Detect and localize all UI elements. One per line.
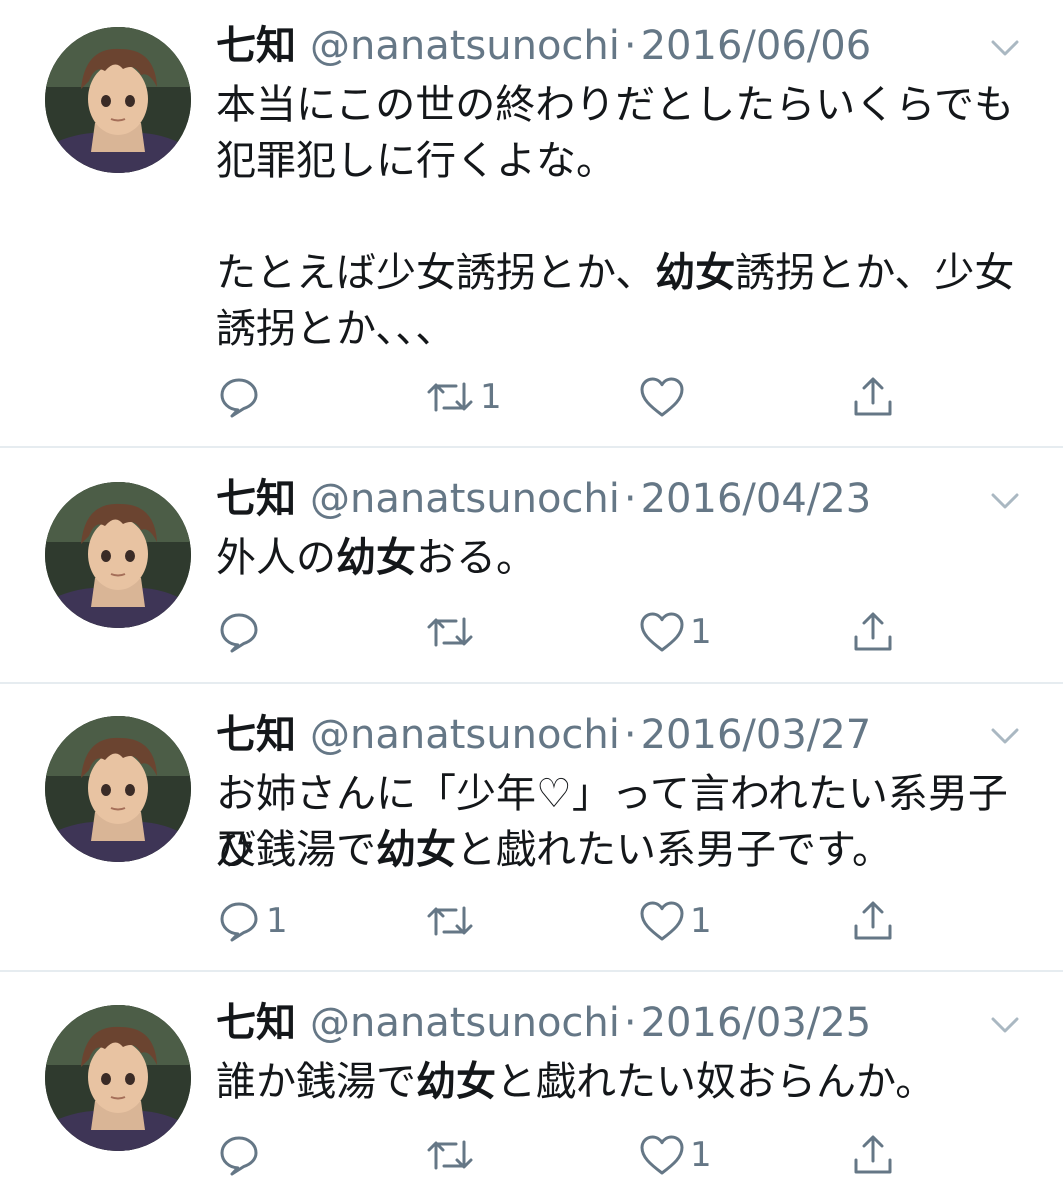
- reply-count: 1: [266, 901, 288, 941]
- avatar[interactable]: [45, 482, 191, 628]
- reply-icon: [216, 609, 262, 655]
- retweet-button[interactable]: [424, 607, 480, 657]
- tweet-text: 本当にこの世の終わりだとしたらいくらでも 犯罪犯しに行くよな。 たとえば少女誘拐とか…: [216, 77, 1026, 357]
- reply-button[interactable]: 1: [216, 896, 288, 946]
- retweet-icon: [424, 898, 476, 944]
- text-segment: 本当にこの世の終わりだとしたらいくらでも: [216, 82, 1014, 128]
- reply-icon: [216, 898, 262, 944]
- retweet-button[interactable]: [424, 1130, 480, 1180]
- tweet-text-line: 外人の幼女おる。: [216, 530, 1026, 586]
- text-segment: 誘拐とか、少女: [735, 250, 1015, 296]
- separator-dot: ·: [623, 23, 637, 69]
- tweet-date[interactable]: 2016/03/27: [641, 712, 872, 758]
- tweet-text: お姉さんに「少年♡」って言われたい系男子及 び銭湯で幼女と戯れたい系男子です。: [216, 766, 1026, 878]
- retweet-icon: [424, 1132, 476, 1178]
- tweet-text-line: [216, 189, 1026, 245]
- text-segment: 誰か銭湯で: [216, 1059, 416, 1105]
- user-handle[interactable]: @nanatsunochi: [310, 476, 620, 522]
- user-handle[interactable]: @nanatsunochi: [310, 712, 620, 758]
- separator-dot: ·: [623, 712, 637, 758]
- tweet-header: 七知 @nanatsunochi · 2016/03/25: [216, 998, 871, 1048]
- tweet[interactable]: 七知 @nanatsunochi · 2016/04/23 外人の幼女おる。 1: [0, 448, 1063, 682]
- chevron-down-icon[interactable]: [985, 716, 1025, 756]
- separator-dot: ·: [623, 476, 637, 522]
- avatar[interactable]: [45, 716, 191, 862]
- tweet[interactable]: 七知 @nanatsunochi · 2016/03/25 誰か銭湯で幼女と戯れたい奴…: [0, 972, 1063, 1200]
- share-icon: [850, 609, 896, 655]
- display-name[interactable]: 七知: [216, 1000, 296, 1046]
- like-button[interactable]: 1: [638, 607, 712, 657]
- avatar[interactable]: [45, 1005, 191, 1151]
- avatar[interactable]: [45, 27, 191, 173]
- share-button[interactable]: [850, 896, 896, 946]
- reply-button[interactable]: [216, 607, 266, 657]
- chevron-down-icon[interactable]: [985, 1005, 1025, 1045]
- user-handle[interactable]: @nanatsunochi: [310, 1000, 620, 1046]
- share-icon: [850, 898, 896, 944]
- tweet-text-line: お姉さんに「少年♡」って言われたい系男子及: [216, 766, 1026, 873]
- highlighted-term: 幼女: [655, 250, 736, 296]
- like-button[interactable]: [638, 372, 690, 422]
- tweet-text-line: 犯罪犯しに行くよな。: [216, 133, 1026, 189]
- tweet-text-line: 誰か銭湯で幼女と戯れたい奴おらんか。: [216, 1054, 1026, 1110]
- reply-button[interactable]: [216, 372, 266, 422]
- retweet-icon: [424, 374, 476, 420]
- chevron-down-icon[interactable]: [985, 28, 1025, 68]
- tweet-date[interactable]: 2016/06/06: [641, 23, 872, 69]
- share-icon: [850, 1132, 896, 1178]
- like-button[interactable]: 1: [638, 896, 712, 946]
- tweet-text: 外人の幼女おる。: [216, 530, 1026, 586]
- share-button[interactable]: [850, 1130, 896, 1180]
- tweet[interactable]: 七知 @nanatsunochi · 2016/06/06 本当にこの世の終わりだとし…: [0, 0, 1063, 446]
- text-segment: たとえば少女誘拐とか、: [216, 250, 656, 296]
- text-segment: 犯罪犯しに行くよな。: [216, 138, 616, 184]
- text-segment: 誘拐とか、、、: [216, 306, 456, 352]
- reply-icon: [216, 1132, 262, 1178]
- display-name[interactable]: 七知: [216, 476, 296, 522]
- tweet-header: 七知 @nanatsunochi · 2016/03/27: [216, 710, 871, 760]
- text-segment: 外人の: [216, 535, 336, 581]
- text-segment: と戯れたい系男子です。: [456, 827, 892, 873]
- text-segment: び銭湯で: [216, 827, 376, 873]
- highlighted-term: 幼女: [416, 1059, 496, 1105]
- like-button[interactable]: 1: [638, 1130, 712, 1180]
- highlighted-term: 幼女: [336, 535, 416, 581]
- tweet-header: 七知 @nanatsunochi · 2016/06/06: [216, 21, 871, 71]
- tweet-text: 誰か銭湯で幼女と戯れたい奴おらんか。: [216, 1054, 1026, 1110]
- reply-button[interactable]: [216, 1130, 266, 1180]
- retweet-count: 1: [480, 377, 502, 417]
- heart-icon: [638, 609, 686, 655]
- tweet-header: 七知 @nanatsunochi · 2016/04/23: [216, 474, 871, 524]
- heart-icon: [638, 374, 686, 420]
- tweet[interactable]: 七知 @nanatsunochi · 2016/03/27 お姉さんに「少年♡」って言…: [0, 684, 1063, 970]
- like-count: 1: [690, 901, 712, 941]
- tweet-text-line: び銭湯で幼女と戯れたい系男子です。: [216, 822, 1026, 878]
- share-button[interactable]: [850, 607, 896, 657]
- highlighted-term: 幼女: [376, 827, 456, 873]
- text-segment: おる。: [416, 535, 536, 581]
- separator-dot: ·: [623, 1000, 637, 1046]
- text-segment: と戯れたい奴おらんか。: [496, 1059, 936, 1105]
- share-button[interactable]: [850, 372, 896, 422]
- reply-icon: [216, 374, 262, 420]
- retweet-button[interactable]: [424, 896, 480, 946]
- share-icon: [850, 374, 896, 420]
- heart-icon: [638, 1132, 686, 1178]
- chevron-down-icon[interactable]: [985, 481, 1025, 521]
- tweet-text-line: 本当にこの世の終わりだとしたらいくらでも: [216, 77, 1026, 133]
- tweet-text-line: たとえば少女誘拐とか、幼女誘拐とか、少女: [216, 245, 1026, 301]
- heart-icon: [638, 898, 686, 944]
- like-count: 1: [690, 612, 712, 652]
- user-handle[interactable]: @nanatsunochi: [310, 23, 620, 69]
- like-count: 1: [690, 1135, 712, 1175]
- retweet-icon: [424, 609, 476, 655]
- retweet-button[interactable]: 1: [424, 372, 502, 422]
- tweet-date[interactable]: 2016/03/25: [641, 1000, 872, 1046]
- tweet-date[interactable]: 2016/04/23: [641, 476, 872, 522]
- tweet-text-line: 誘拐とか、、、: [216, 301, 1026, 357]
- display-name[interactable]: 七知: [216, 23, 296, 69]
- display-name[interactable]: 七知: [216, 712, 296, 758]
